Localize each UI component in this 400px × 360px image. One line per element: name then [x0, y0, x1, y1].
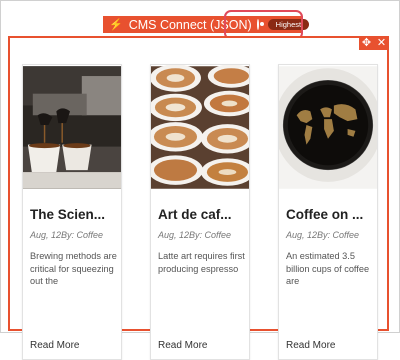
- article-card[interactable]: Coffee on ... Aug, 12By: Coffee An estim…: [278, 64, 378, 360]
- card-title[interactable]: Coffee on ...: [286, 207, 377, 222]
- latte-art-image: [151, 65, 249, 189]
- read-more-link[interactable]: Read More: [158, 340, 207, 351]
- article-card[interactable]: Art de caf... Aug, 12By: Coffee Latte ar…: [150, 64, 250, 360]
- coffee-world-map-image: [279, 66, 377, 189]
- card-excerpt: Latte art requires first producing espre…: [158, 251, 245, 274]
- card-meta: Aug, 12By: Coffee: [158, 230, 232, 240]
- card-meta: Aug, 12By: Coffee: [30, 230, 104, 240]
- card-title[interactable]: The Scien...: [30, 207, 121, 222]
- article-card[interactable]: The Scien... Aug, 12By: Coffee Brewing m…: [22, 64, 122, 360]
- card-title[interactable]: Art de caf...: [158, 207, 249, 222]
- card-meta: Aug, 12By: Coffee: [286, 230, 360, 240]
- espresso-machine-image: [23, 66, 121, 189]
- lightning-icon: ⚡: [109, 19, 123, 31]
- card-excerpt: An estimated 3.5 billion cups of coffee …: [286, 251, 370, 287]
- read-more-link[interactable]: Read More: [30, 340, 79, 351]
- card-excerpt: Brewing methods are critical for squeezi…: [30, 251, 117, 287]
- widget-toolbar: ✥ ✕: [359, 36, 389, 50]
- close-icon[interactable]: ✕: [377, 37, 386, 49]
- move-icon[interactable]: ✥: [362, 37, 371, 49]
- read-more-link[interactable]: Read More: [286, 340, 335, 351]
- cms-widget[interactable]: ✥ ✕ The Scien... Aug, 12By: Coffee Brewi…: [8, 36, 389, 360]
